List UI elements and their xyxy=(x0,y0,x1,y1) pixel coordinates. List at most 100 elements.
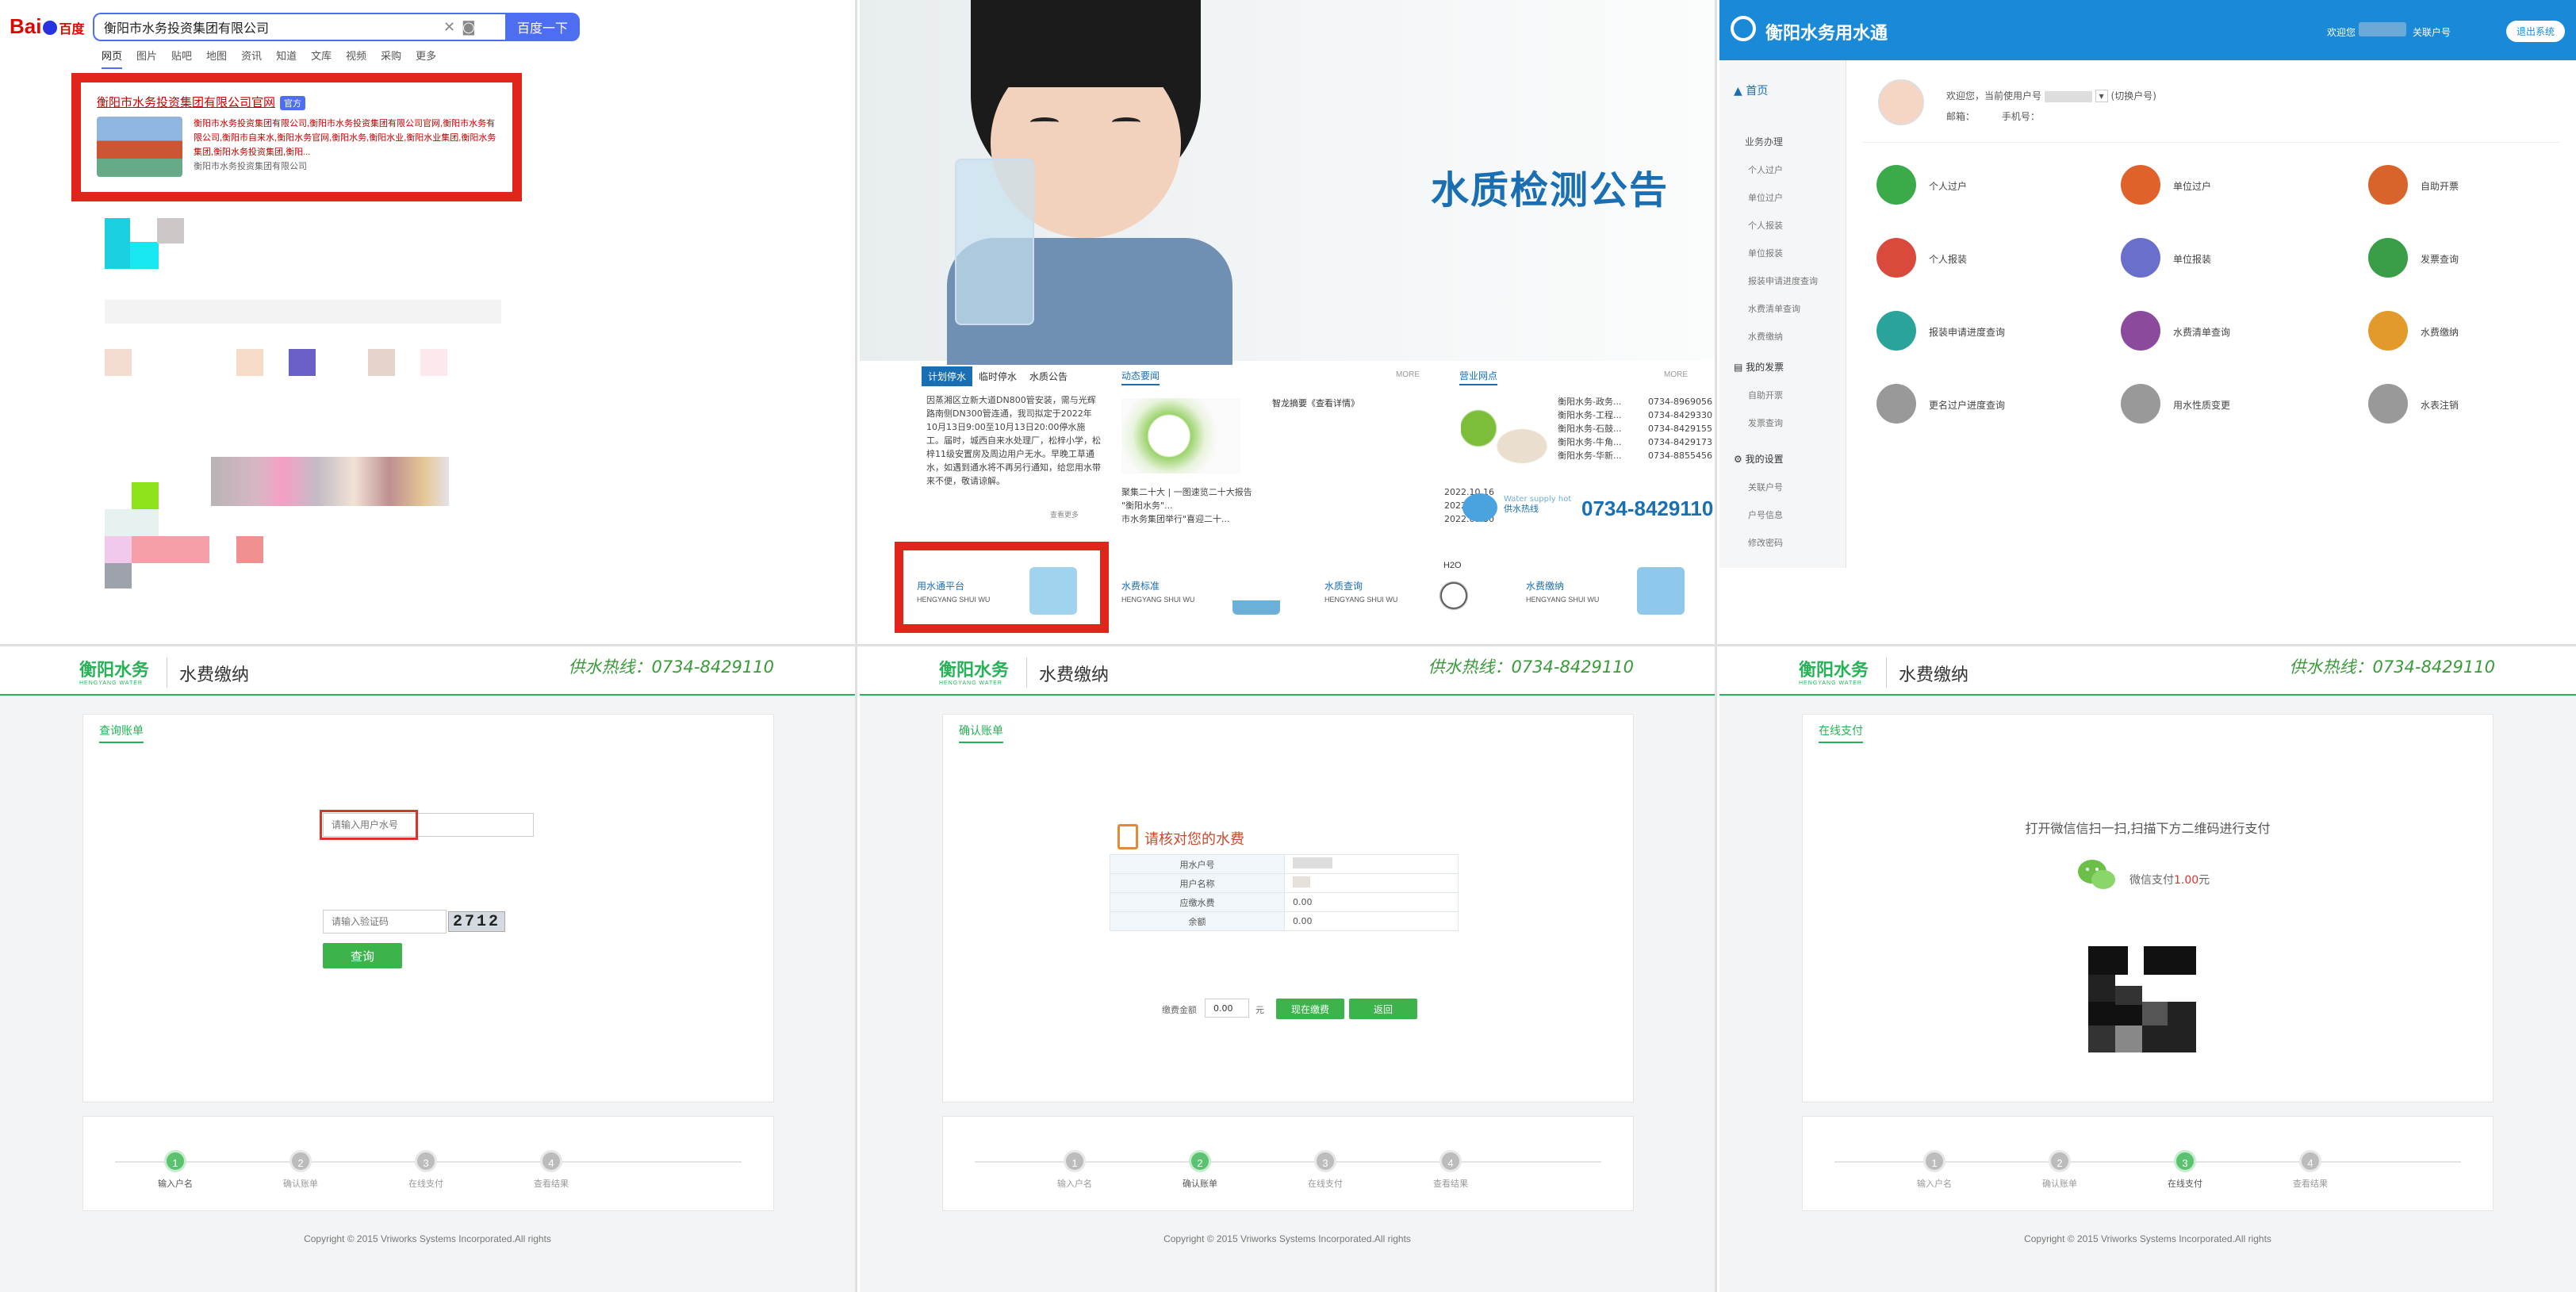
result-site[interactable]: 衡阳市水务投资集团有限公司 xyxy=(194,159,496,174)
invoice-query-icon[interactable] xyxy=(2368,238,2408,278)
fn-install-progress[interactable]: 报装申请进度查询 xyxy=(1929,325,2005,339)
meter-cancel-icon[interactable] xyxy=(2368,384,2408,424)
outlet-item[interactable]: 衡阳水务-石鼓... 0734-8429155 xyxy=(1558,422,1712,435)
pay-title: 水费缴纳 xyxy=(1039,665,1110,685)
query-card: 查询账单 2712 查询 xyxy=(82,714,774,1102)
news-brief-link[interactable]: 智龙摘要《查看详情》 xyxy=(1272,397,1359,410)
service-water-fee-standard[interactable]: 水费标准 HENGYANG SHUI WU xyxy=(1121,579,1194,604)
sidebar-item-company-install[interactable]: 单位报装 xyxy=(1748,247,1783,259)
outlet-item[interactable]: 衡阳水务-华新... 0734-8855456 xyxy=(1558,449,1712,462)
result-thumbnail[interactable] xyxy=(97,117,182,177)
switch-account-link[interactable]: (切换户号) xyxy=(2111,90,2156,102)
fn-usage-change[interactable]: 用水性质变更 xyxy=(2173,398,2230,412)
sidebar-item-install-progress[interactable]: 报装申请进度查询 xyxy=(1748,274,1818,287)
fn-personal-transfer[interactable]: 个人过户 xyxy=(1929,179,1967,193)
sidebar-home[interactable]: ▲ 首页 xyxy=(1734,82,1768,98)
tab-tieba[interactable]: 贴吧 xyxy=(171,48,192,69)
tab-web[interactable]: 网页 xyxy=(102,48,123,69)
self-invoice-icon[interactable] xyxy=(2368,165,2408,205)
account-select[interactable]: ▾ xyxy=(2095,90,2108,102)
personal-install-icon[interactable] xyxy=(1876,238,1916,278)
tab-video[interactable]: 视频 xyxy=(346,48,366,69)
rename-progress-icon[interactable] xyxy=(1876,384,1916,424)
sidebar-item-bind-account[interactable]: 关联户号 xyxy=(1748,481,1783,493)
news-more-link[interactable]: MORE xyxy=(1396,370,1420,379)
progress-steps: 1 输入户名 2 确认账单 3 在线支付 4 查看结果 xyxy=(1802,1116,2494,1211)
sidebar-item-bill-list[interactable]: 水费清单查询 xyxy=(1748,302,1800,315)
back-button[interactable]: 返回 xyxy=(1349,999,1417,1019)
tab-purchase[interactable]: 采购 xyxy=(381,48,401,69)
news-item[interactable]: 市水务集团举行"喜迎二十...2022.09.30 xyxy=(1121,512,1494,526)
bill-list-icon[interactable] xyxy=(2121,311,2160,351)
tab-water-quality[interactable]: 水质公告 xyxy=(1023,366,1074,386)
qr-code[interactable] xyxy=(2088,946,2196,1052)
sidebar-item-self-invoice[interactable]: 自助开票 xyxy=(1748,389,1783,401)
banner-girl-eye xyxy=(1030,117,1059,127)
tab-map[interactable]: 地图 xyxy=(206,48,227,69)
blurred-region xyxy=(236,349,263,376)
tab-planned-outage[interactable]: 计划停水 xyxy=(922,366,973,386)
sidebar-item-company-transfer[interactable]: 单位过户 xyxy=(1748,191,1783,204)
fn-invoice-query[interactable]: 发票查询 xyxy=(2421,252,2459,266)
clear-icon[interactable]: ✕ xyxy=(443,19,455,36)
sidebar-item-personal-transfer[interactable]: 个人过户 xyxy=(1748,163,1783,176)
outlet-item[interactable]: 衡阳水务-牛角... 0734-8429173 xyxy=(1558,435,1712,449)
sidebar-item-account-info[interactable]: 户号信息 xyxy=(1748,508,1783,521)
install-progress-icon[interactable] xyxy=(1876,311,1916,351)
news-item[interactable]: "衡阳水务"...2022.10.11 xyxy=(1121,499,1494,512)
service-water-quality-query[interactable]: 水质查询 HENGYANG SHUI WU xyxy=(1324,579,1397,604)
amount-input[interactable] xyxy=(1205,999,1249,1018)
confirm-bill-panel: 衡阳水务 HENGYANG WATER 水费缴纳 供水热线：0734-842911… xyxy=(860,646,1717,1292)
query-button[interactable]: 查询 xyxy=(323,943,402,968)
blurred-region xyxy=(105,300,501,324)
bind-account-link[interactable]: 关联户号 xyxy=(2413,25,2451,39)
outlets-heading: 营业网点 xyxy=(1459,369,1498,385)
online-pay-card: 在线支付 打开微信信扫一扫,扫描下方二维码进行支付 微信支付1.00元 xyxy=(1802,714,2494,1102)
tab-more[interactable]: 更多 xyxy=(416,48,436,69)
result-description: 衡阳市水务投资集团有限公司,衡阳市水务投资集团有限公司官网,衡阳市水务有限公司,… xyxy=(194,117,496,177)
result-title-link[interactable]: 衡阳市水务投资集团有限公司官网 xyxy=(97,96,275,109)
outlet-item[interactable]: 衡阳水务-工程... 0734-8429330 xyxy=(1558,408,1712,422)
baidu-logo[interactable]: Bai 百度 xyxy=(10,14,84,39)
fn-bill-payment[interactable]: 水费缴纳 xyxy=(2421,325,2459,339)
search-input[interactable] xyxy=(104,20,437,34)
blurred-region xyxy=(368,349,395,376)
tab-news[interactable]: 资讯 xyxy=(241,48,262,69)
tab-zhidao[interactable]: 知道 xyxy=(276,48,297,69)
personal-transfer-icon[interactable] xyxy=(1876,165,1916,205)
captcha-image[interactable]: 2712 xyxy=(448,911,505,932)
service-water-platform[interactable]: 用水通平台 HENGYANG SHUI WU xyxy=(917,579,990,604)
notice-more-link[interactable]: 查看更多 xyxy=(1050,509,1079,523)
tab-wenku[interactable]: 文库 xyxy=(311,48,332,69)
fn-personal-install[interactable]: 个人报装 xyxy=(1929,252,1967,266)
company-transfer-icon[interactable] xyxy=(2121,165,2160,205)
sidebar-item-personal-install[interactable]: 个人报装 xyxy=(1748,219,1783,232)
captcha-input[interactable] xyxy=(323,910,447,934)
outlets-more-link[interactable]: MORE xyxy=(1664,370,1688,379)
company-install-icon[interactable] xyxy=(2121,238,2160,278)
sidebar-item-bill-payment[interactable]: 水费缴纳 xyxy=(1748,330,1783,343)
fn-rename-progress[interactable]: 更名过户进度查询 xyxy=(1929,398,2005,412)
pay-now-button[interactable]: 现在缴费 xyxy=(1276,999,1344,1019)
camera-icon[interactable]: ◙ xyxy=(462,19,475,36)
news-item[interactable]: 聚集二十大 | 一图速览二十大报告 2022.10.16 xyxy=(1121,485,1494,499)
blurred-value xyxy=(1293,876,1310,888)
fn-bill-list[interactable]: 水费清单查询 xyxy=(2173,325,2230,339)
usage-change-icon[interactable] xyxy=(2121,384,2160,424)
tab-images[interactable]: 图片 xyxy=(136,48,157,69)
logout-button[interactable]: 退出系统 xyxy=(2506,21,2566,42)
banner[interactable]: 水质检测公告 xyxy=(860,0,1715,365)
fn-self-invoice[interactable]: 自助开票 xyxy=(2421,179,2459,193)
outlet-item[interactable]: 衡阳水务-政务... 0734-8969056 xyxy=(1558,395,1712,408)
card-title: 查询账单 xyxy=(99,723,144,743)
fn-company-install[interactable]: 单位报装 xyxy=(2173,252,2211,266)
sidebar-item-invoice-query[interactable]: 发票查询 xyxy=(1748,416,1783,429)
search-button[interactable]: 百度一下 xyxy=(505,13,580,41)
fn-company-transfer[interactable]: 单位过户 xyxy=(2173,179,2211,193)
sidebar-item-change-password[interactable]: 修改密码 xyxy=(1748,536,1783,549)
sidebar: ▲ 首页 业务办理 个人过户 单位过户 个人报装 单位报装 报装申请进度查询 水… xyxy=(1719,60,1846,568)
tab-temporary-outage[interactable]: 临时停水 xyxy=(972,366,1023,386)
service-water-fee-payment[interactable]: 水费缴纳 HENGYANG SHUI WU xyxy=(1526,579,1599,604)
fn-meter-cancel[interactable]: 水表注销 xyxy=(2421,398,2459,412)
bill-payment-icon[interactable] xyxy=(2368,311,2408,351)
